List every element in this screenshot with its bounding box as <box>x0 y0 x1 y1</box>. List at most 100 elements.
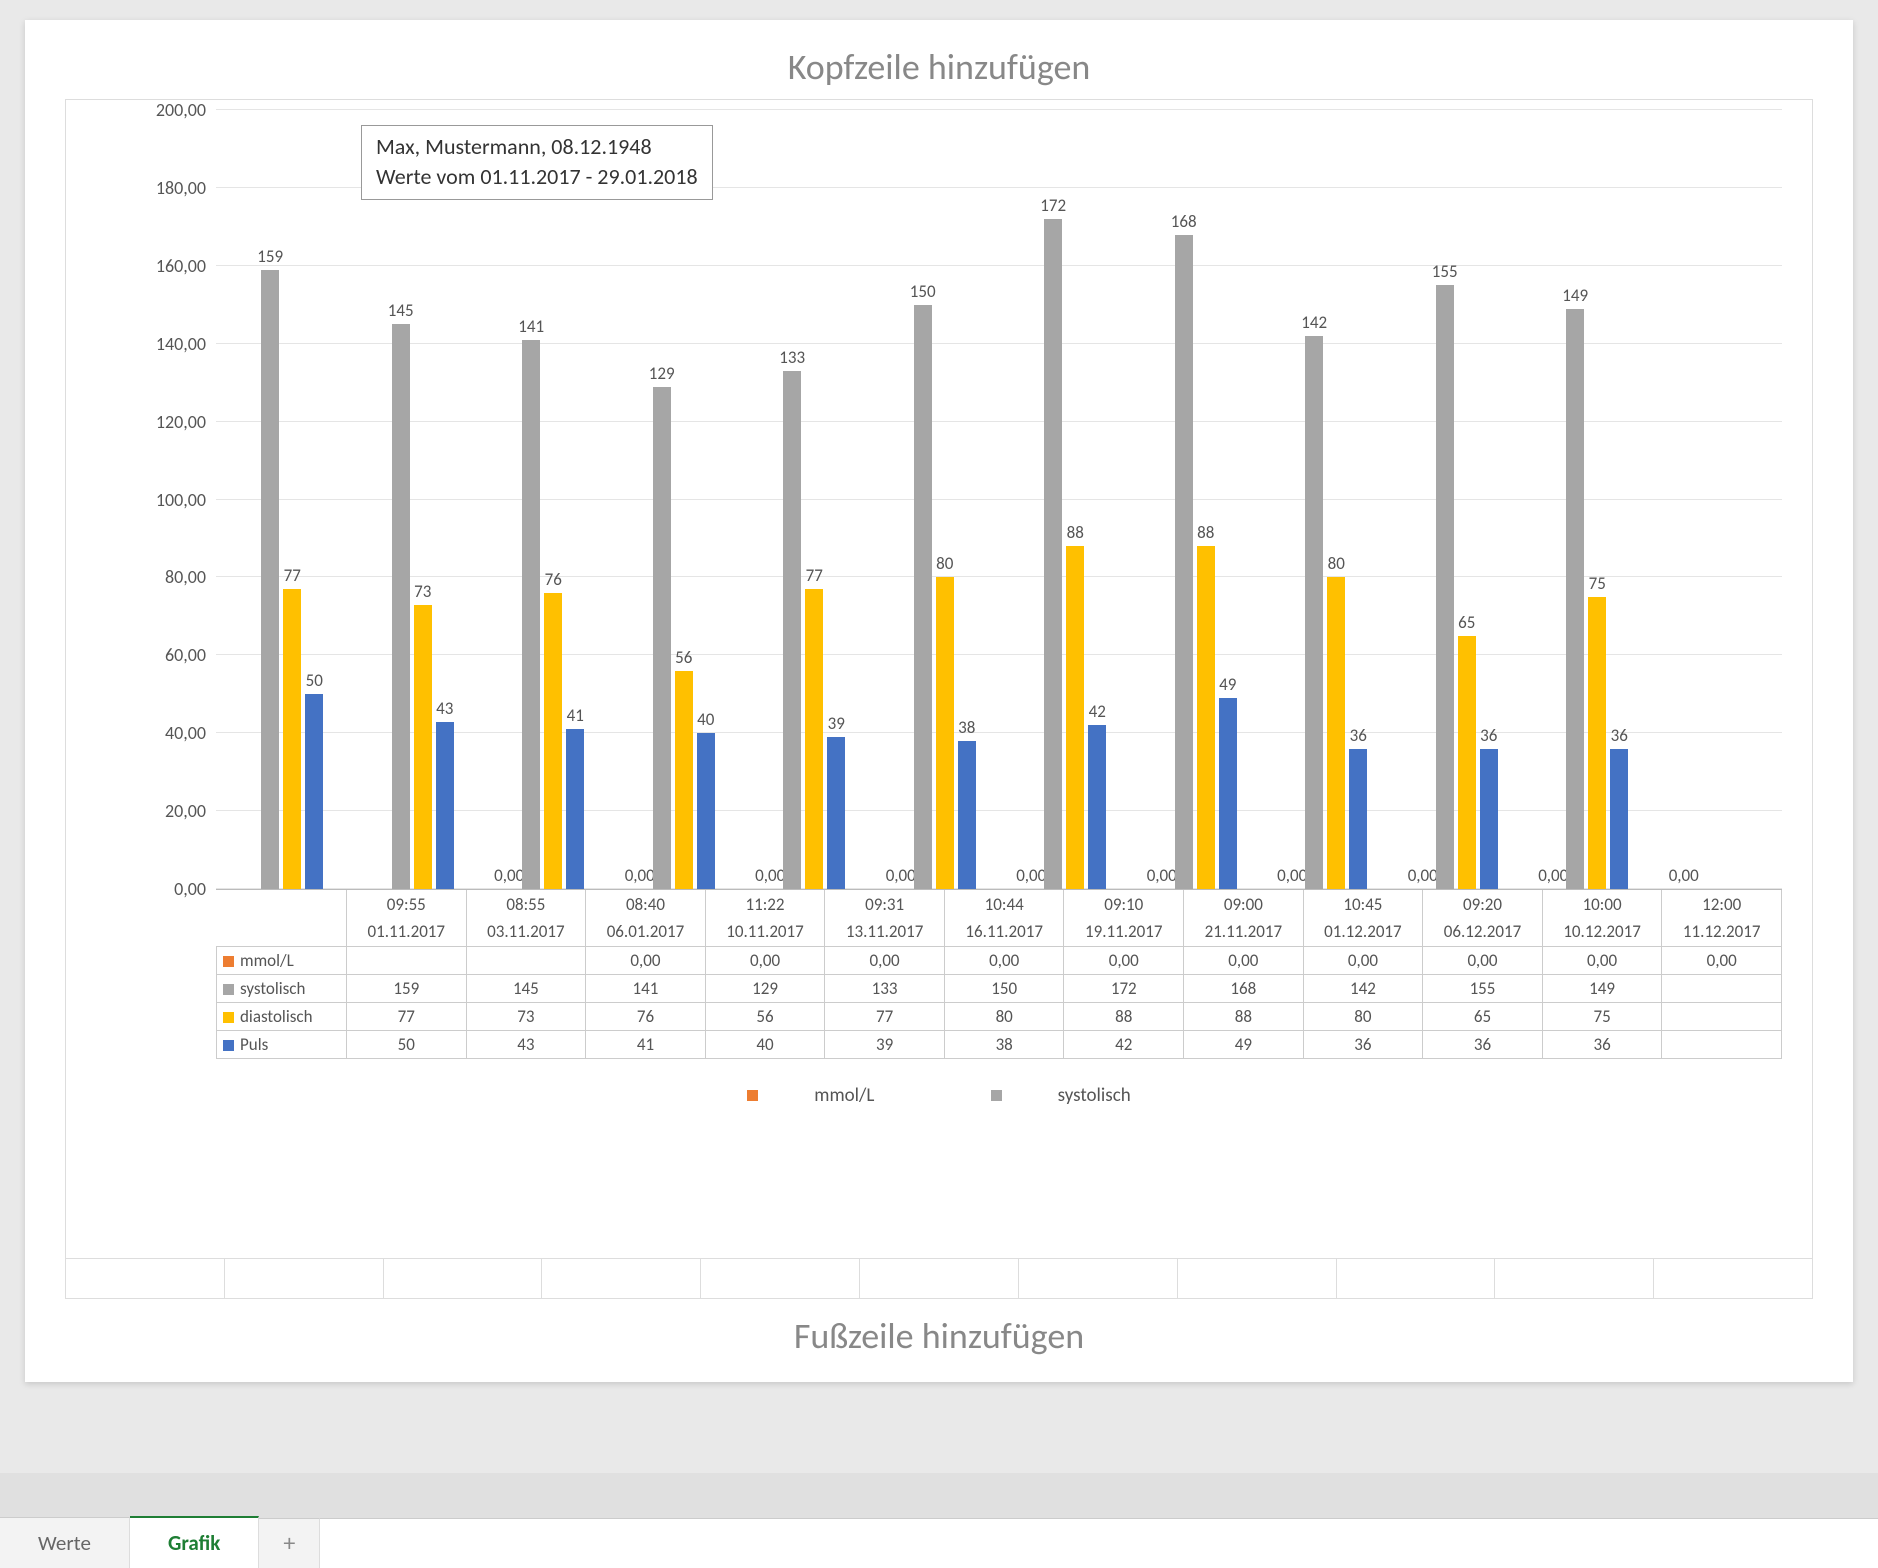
table-cell <box>1662 974 1782 1002</box>
bar-group: 0,001337739 <box>738 110 868 889</box>
bar-systolisch: 168 <box>1175 235 1193 889</box>
header-placeholder[interactable]: Kopfzeile hinzufügen <box>65 45 1813 89</box>
bar-value-label: 56 <box>675 647 692 668</box>
bar-value-label: 36 <box>1350 725 1367 746</box>
bar-value-label: 76 <box>545 569 562 590</box>
bar-puls: 49 <box>1219 698 1237 889</box>
chart-legend: mmol/L systolisch <box>86 1084 1792 1107</box>
bar-value-label: 43 <box>436 698 453 719</box>
x-date-label: 06.01.2017 <box>586 918 706 946</box>
table-cell <box>1662 1002 1782 1030</box>
table-cell: 0,00 <box>1662 946 1782 974</box>
bar-group: 0,001295640 <box>608 110 738 889</box>
info-line-2: Werte vom 01.11.2017 - 29.01.2018 <box>376 162 698 192</box>
table-row-header-mmol: mmol/L <box>217 946 347 974</box>
x-date-label: 01.12.2017 <box>1303 918 1423 946</box>
bar-group: 0,0016888 49 <box>1130 110 1260 889</box>
table-cell: 80 <box>944 1002 1064 1030</box>
print-layout-background: Kopfzeile hinzufügen Max, Mustermann, 08… <box>0 0 1878 1450</box>
table-cell: 88 <box>1184 1002 1304 1030</box>
bar-value-label: 149 <box>1562 285 1588 306</box>
bar-diastolisch: 77 <box>283 589 301 889</box>
bar-value-label: 36 <box>1611 725 1628 746</box>
x-time-label: 08:55 <box>466 890 586 918</box>
tab-add[interactable]: + <box>259 1518 320 1568</box>
chart-info-box[interactable]: Max, Mustermann, 08.12.1948 Werte vom 01… <box>361 125 713 200</box>
bar-value-label: 77 <box>806 565 823 586</box>
x-time-label: 12:00 <box>1662 890 1782 918</box>
table-cell: 73 <box>466 1002 586 1030</box>
x-date-label: 11.12.2017 <box>1662 918 1782 946</box>
table-cell <box>466 946 586 974</box>
bar-diastolisch: 75 <box>1588 597 1606 889</box>
table-cell: 56 <box>705 1002 825 1030</box>
bar-systolisch: 129 <box>653 387 671 889</box>
bar-value-label: 0,00 <box>1669 865 1699 886</box>
x-date-label: 10.11.2017 <box>705 918 825 946</box>
bar-diastolisch: 65 <box>1458 636 1476 889</box>
bar-diastolisch: 80 <box>1327 577 1345 889</box>
bar-value-label: 0,00 <box>625 865 655 886</box>
bar-puls: 36 <box>1349 749 1367 889</box>
bar-group: 0,001728842 <box>999 110 1129 889</box>
bar-puls: 41 <box>566 729 584 889</box>
chart-container[interactable]: Max, Mustermann, 08.12.1948 Werte vom 01… <box>65 99 1813 1259</box>
y-tick-label: 140,00 <box>136 333 206 355</box>
bar-diastolisch: 80 <box>936 577 954 889</box>
bar-value-label: 150 <box>910 281 936 302</box>
table-row-header-systolisch: systolisch <box>217 974 347 1002</box>
bar-puls: 43 <box>436 722 454 889</box>
y-tick-label: 20,00 <box>136 800 206 822</box>
x-date-label: 06.12.2017 <box>1423 918 1543 946</box>
bar-value-label: 0,00 <box>1147 865 1177 886</box>
bar-diastolisch: 73 <box>414 605 432 889</box>
tab-werte[interactable]: Werte <box>0 1517 130 1568</box>
table-cell: 149 <box>1542 974 1662 1002</box>
table-cell: 36 <box>1542 1030 1662 1058</box>
legend-swatch-systolisch <box>991 1090 1002 1101</box>
bar-value-label: 0,00 <box>1538 865 1568 886</box>
x-time-label: 10:45 <box>1303 890 1423 918</box>
table-cell: 49 <box>1184 1030 1304 1058</box>
x-time-label: 09:20 <box>1423 890 1543 918</box>
table-cell: 0,00 <box>1303 946 1423 974</box>
bar-diastolisch: 77 <box>805 589 823 889</box>
footer-placeholder[interactable]: Fußzeile hinzufügen <box>65 1314 1813 1358</box>
table-cell: 36 <box>1423 1030 1543 1058</box>
bar-value-label: 88 <box>1197 522 1214 543</box>
tab-grafik[interactable]: Grafik <box>130 1516 259 1568</box>
y-tick-label: 80,00 <box>136 566 206 588</box>
table-cell: 0,00 <box>1542 946 1662 974</box>
table-cell: 0,00 <box>705 946 825 974</box>
bar-value-label: 129 <box>649 363 675 384</box>
table-cell: 172 <box>1064 974 1184 1002</box>
y-tick-label: 40,00 <box>136 722 206 744</box>
bar-puls: 39 <box>827 737 845 889</box>
y-tick-label: 120,00 <box>136 411 206 433</box>
table-row-header-puls: Puls <box>217 1030 347 1058</box>
table-cell <box>347 946 467 974</box>
x-time-label: 08:40 <box>586 890 706 918</box>
table-cell: 141 <box>586 974 706 1002</box>
bar-value-label: 0,00 <box>1016 865 1046 886</box>
bar-value-label: 0,00 <box>755 865 785 886</box>
x-time-label: 11:22 <box>705 890 825 918</box>
bar-value-label: 36 <box>1480 725 1497 746</box>
table-cell: 159 <box>347 974 467 1002</box>
x-time-label: 09:55 <box>347 890 467 918</box>
bar-puls: 36 <box>1610 749 1628 889</box>
table-cell: 36 <box>1303 1030 1423 1058</box>
bar-value-label: 155 <box>1432 261 1458 282</box>
table-row-header-diastolisch: diastolisch <box>217 1002 347 1030</box>
chart-plot-area: 0,0020,0040,0060,0080,00100,00120,00140,… <box>216 110 1782 890</box>
bar-value-label: 0,00 <box>1277 865 1307 886</box>
x-date-label: 16.11.2017 <box>944 918 1064 946</box>
bar-value-label: 88 <box>1067 522 1084 543</box>
x-date-label: 10.12.2017 <box>1542 918 1662 946</box>
table-cell: 0,00 <box>586 946 706 974</box>
table-cell: 39 <box>825 1030 945 1058</box>
bar-systolisch: 149 <box>1566 309 1584 889</box>
table-cell: 42 <box>1064 1030 1184 1058</box>
bar-value-label: 172 <box>1040 195 1066 216</box>
table-cell: 133 <box>825 974 945 1002</box>
